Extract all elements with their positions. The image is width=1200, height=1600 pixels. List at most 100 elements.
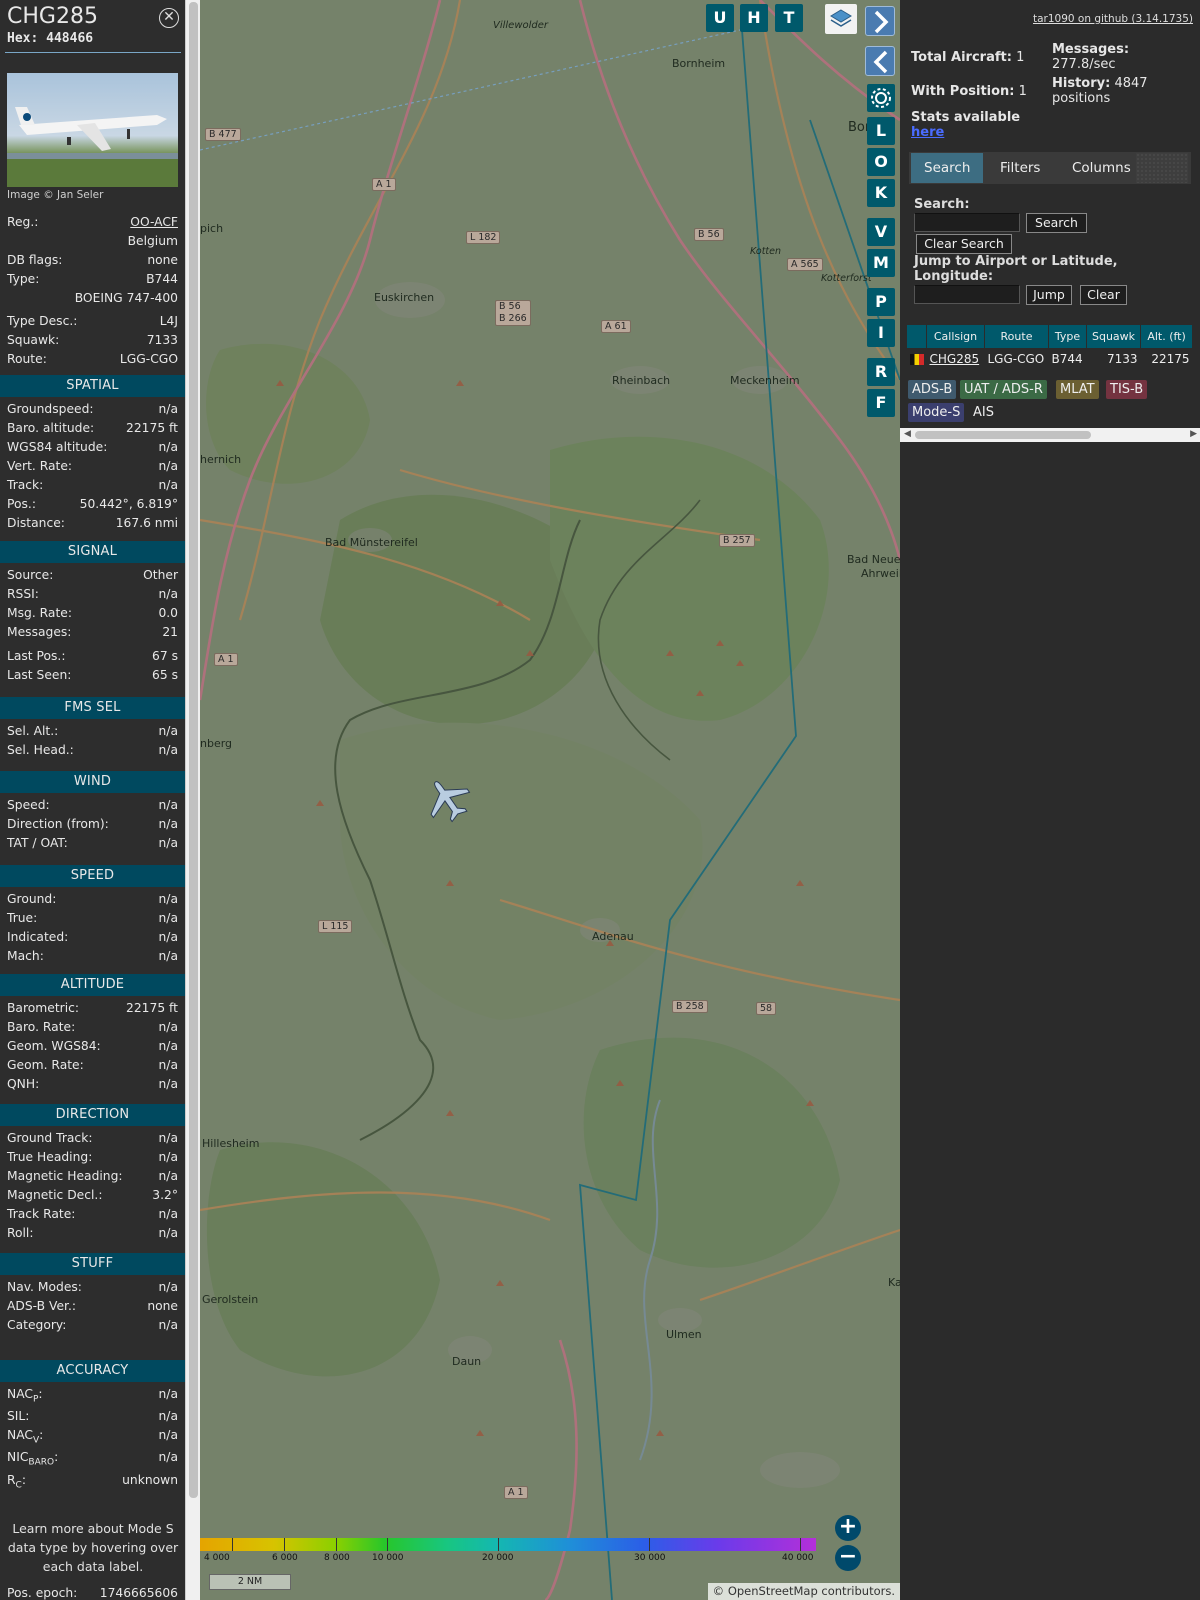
cell-callsign[interactable]: CHG285 (927, 349, 985, 369)
info-label[interactable]: RSSI: (7, 587, 39, 601)
info-label[interactable]: NACP: (7, 1387, 43, 1404)
toggle-v-button[interactable]: V (867, 218, 895, 246)
section-header-accuracy[interactable]: ACCURACY (0, 1360, 185, 1382)
tab-filters[interactable]: Filters (987, 153, 1054, 183)
info-label[interactable]: Distance: (7, 516, 65, 530)
source-chip-mode-s[interactable]: Mode-S (908, 403, 965, 422)
source-chip-tis-b[interactable]: TIS-B (1106, 380, 1148, 399)
info-label[interactable]: Indicated: (7, 930, 68, 944)
info-label[interactable]: Messages: (7, 625, 71, 639)
toggle-o-button[interactable]: O (867, 148, 895, 176)
info-label[interactable]: True Heading: (7, 1150, 92, 1164)
section-header-wind[interactable]: WIND (0, 771, 185, 793)
info-label[interactable]: Geom. WGS84: (7, 1039, 101, 1053)
info-label[interactable]: Baro. altitude: (7, 421, 94, 435)
layers-icon[interactable] (825, 4, 857, 34)
info-label[interactable]: QNH: (7, 1077, 39, 1091)
source-chip-mlat[interactable]: MLAT (1056, 380, 1099, 399)
info-label[interactable]: Last Pos.: (7, 649, 65, 663)
column-header-squawk[interactable]: Squawk (1085, 324, 1142, 349)
info-label[interactable]: Direction (from): (7, 817, 109, 831)
scroll-left-icon[interactable]: ◀ (904, 429, 911, 439)
search-input[interactable] (914, 213, 1020, 232)
section-header-stuff[interactable]: STUFF (0, 1253, 185, 1275)
info-label[interactable]: Ground Track: (7, 1131, 92, 1145)
aircraft-photo[interactable] (7, 73, 178, 187)
stats-link[interactable]: here (911, 125, 1020, 140)
section-header-direction[interactable]: DIRECTION (0, 1104, 185, 1126)
table-horizontal-scrollbar[interactable]: ◀ ▶ (900, 428, 1200, 442)
tab-columns[interactable]: Columns (1059, 153, 1144, 183)
column-header-callsign[interactable]: Callsign (926, 324, 985, 349)
clear-button[interactable]: Clear (1080, 285, 1127, 305)
info-label[interactable]: Magnetic Heading: (7, 1169, 123, 1183)
source-chip-ads-b[interactable]: ADS-B (908, 380, 957, 399)
collapse-left-icon[interactable] (865, 46, 895, 76)
zoom-out-icon[interactable]: − (835, 1545, 861, 1571)
section-header-fms-sel[interactable]: FMS SEL (0, 697, 185, 719)
info-label[interactable]: WGS84 altitude: (7, 440, 107, 454)
section-header-signal[interactable]: SIGNAL (0, 541, 185, 563)
info-label[interactable]: Groundspeed: (7, 402, 94, 416)
toggle-u-button[interactable]: U (706, 4, 734, 32)
jump-input[interactable] (914, 285, 1020, 304)
section-header-spatial[interactable]: SPATIAL (0, 375, 185, 397)
column-header-altitude[interactable]: Alt. (ft) (1140, 324, 1194, 349)
section-header-speed[interactable]: SPEED (0, 865, 185, 887)
info-label[interactable]: Nav. Modes: (7, 1280, 82, 1294)
github-link[interactable]: tar1090 on github (3.14.1735) (1033, 13, 1193, 25)
info-label[interactable]: Vert. Rate: (7, 459, 72, 473)
map-view[interactable]: Villewolder Bornheim Bon Euskirchen Rhei… (200, 0, 900, 1600)
toggle-k-button[interactable]: K (867, 179, 895, 207)
search-button[interactable]: Search (1026, 213, 1087, 233)
toggle-m-button[interactable]: M (867, 249, 895, 277)
toggle-r-button[interactable]: R (867, 358, 895, 386)
column-header-type[interactable]: Type (1048, 324, 1087, 349)
info-label[interactable]: Geom. Rate: (7, 1058, 84, 1072)
jump-button[interactable]: Jump (1026, 285, 1072, 305)
info-label[interactable]: Category: (7, 1318, 66, 1332)
column-header-flag[interactable] (906, 324, 927, 349)
settings-icon[interactable] (867, 84, 895, 112)
info-label[interactable]: Roll: (7, 1226, 34, 1240)
clear-search-button[interactable]: Clear Search (916, 234, 1012, 254)
info-label[interactable]: True: (7, 911, 37, 925)
info-label[interactable]: NICBARO: (7, 1450, 58, 1467)
close-icon[interactable]: ✕ (159, 8, 179, 28)
info-label[interactable]: Sel. Head.: (7, 743, 74, 757)
info-label[interactable]: Barometric: (7, 1001, 79, 1015)
info-label[interactable]: Last Seen: (7, 668, 71, 682)
info-label[interactable]: Magnetic Decl.: (7, 1188, 102, 1202)
info-label[interactable]: Msg. Rate: (7, 606, 72, 620)
info-label[interactable]: Track Rate: (7, 1207, 75, 1221)
info-label[interactable]: RC: (7, 1473, 26, 1490)
scrollbar-thumb[interactable] (915, 431, 1091, 439)
column-header-route[interactable]: Route (984, 324, 1049, 349)
info-label[interactable]: Baro. Rate: (7, 1020, 75, 1034)
scrollbar-thumb[interactable] (189, 2, 198, 1498)
expand-right-icon[interactable] (865, 6, 895, 36)
source-chip-uat-ads-r[interactable]: UAT / ADS-R (960, 380, 1047, 399)
info-label[interactable]: ADS-B Ver.: (7, 1299, 76, 1313)
info-label[interactable]: Ground: (7, 892, 56, 906)
toggle-f-button[interactable]: F (867, 389, 895, 417)
tab-extra[interactable] (1136, 153, 1188, 183)
info-label[interactable]: NACV: (7, 1428, 43, 1445)
toggle-l-button[interactable]: L (867, 117, 895, 145)
tab-search[interactable]: Search (911, 153, 984, 183)
table-row[interactable]: CHG285 LGG-CGO B744 7133 22175 (907, 349, 1193, 369)
zoom-in-icon[interactable]: + (835, 1515, 861, 1541)
toggle-p-button[interactable]: P (867, 288, 895, 316)
info-label[interactable]: SIL: (7, 1409, 29, 1423)
map-attribution[interactable]: © OpenStreetMap contributors. (707, 1583, 900, 1600)
info-label[interactable]: Sel. Alt.: (7, 724, 58, 738)
info-label[interactable]: Pos.: (7, 497, 36, 511)
source-chip-ais[interactable]: AIS (969, 403, 998, 422)
info-label[interactable]: Track: (7, 478, 43, 492)
registration-link[interactable]: OO-ACF (130, 215, 178, 229)
info-label[interactable]: Speed: (7, 798, 50, 812)
toggle-h-button[interactable]: H (740, 4, 768, 32)
info-scrollbar[interactable] (185, 0, 200, 1600)
info-label[interactable]: Source: (7, 568, 53, 582)
toggle-t-button[interactable]: T (775, 4, 803, 32)
